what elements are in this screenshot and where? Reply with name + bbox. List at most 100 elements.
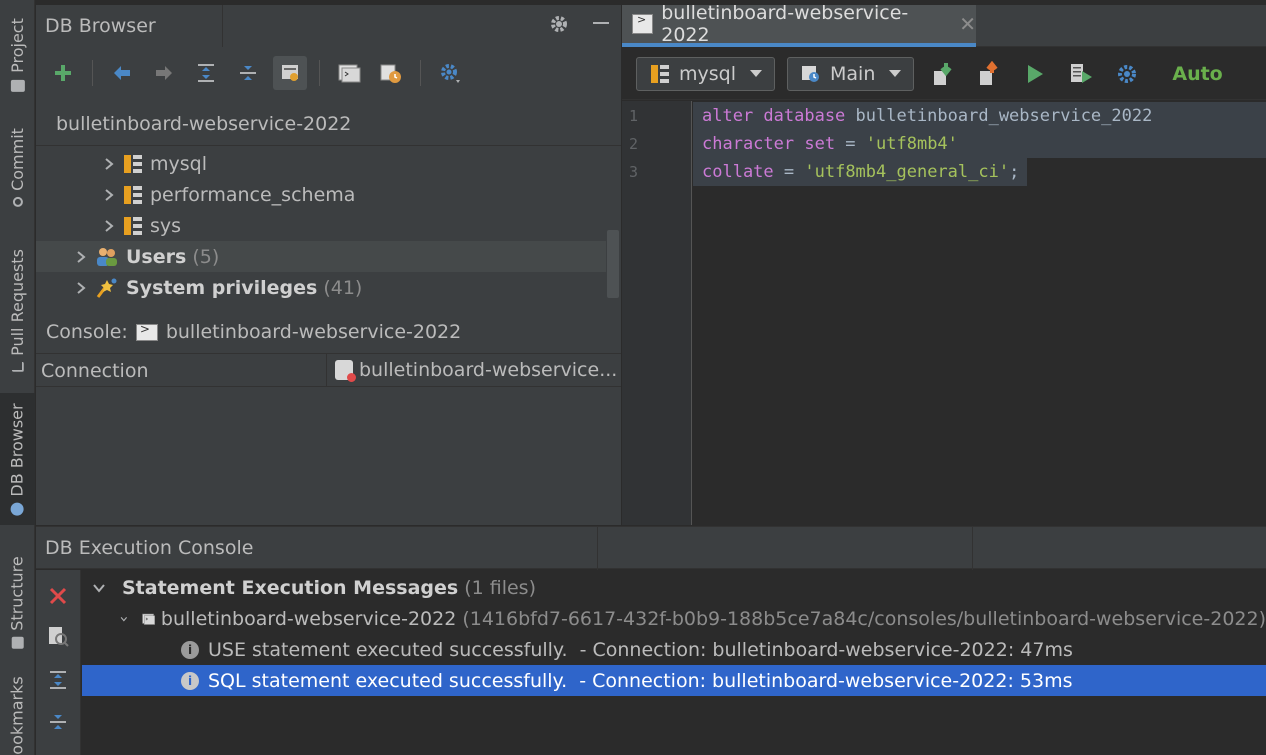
arrow-right-icon	[156, 66, 172, 80]
commit-button[interactable]	[926, 57, 960, 91]
execution-messages-tree: Statement Execution Messages (1 files) b…	[82, 570, 1266, 755]
minimize-icon	[593, 22, 609, 24]
collapse-all-button[interactable]	[231, 56, 265, 90]
database-connection-icon	[335, 360, 356, 382]
chevron-right-icon	[74, 281, 88, 295]
tree-item-system-privileges[interactable]: System privileges (41)	[36, 272, 606, 303]
gear-blue-icon	[441, 64, 460, 83]
execute-script-button[interactable]	[1064, 57, 1098, 91]
tree-item-label: Users	[126, 245, 187, 268]
tree-item-performance-schema[interactable]: performance_schema	[36, 179, 606, 210]
connection-name[interactable]: bulletinboard-webservice-2022	[56, 113, 351, 135]
expand-all-icon	[50, 671, 66, 689]
session-selector[interactable]: Main	[787, 56, 915, 91]
tab-pull-requests[interactable]: Pull Requests	[0, 240, 35, 380]
rollback-icon	[980, 60, 998, 85]
property-value-cell[interactable]: bulletinboard-webservice...	[327, 354, 621, 386]
navigate-forward-button[interactable]	[147, 56, 181, 90]
tab-bookmarks[interactable]: ookmarks	[0, 675, 35, 755]
editor-toolbar: mysql Main Auto	[622, 48, 1266, 100]
tab-console-editor[interactable]: bulletinboard-webservice-2022 ✕	[622, 2, 976, 47]
close-console-button[interactable]	[44, 582, 72, 610]
messages-file-node[interactable]: bulletinboard-webservice-2022 (1416bfd7-…	[82, 603, 1266, 634]
console-icon	[632, 13, 654, 34]
open-history-button[interactable]	[374, 56, 408, 90]
filter-objects-button[interactable]	[273, 56, 307, 90]
commit-icon	[12, 196, 23, 207]
db-browser-icon	[11, 502, 24, 516]
tab-project[interactable]: Project	[0, 10, 35, 100]
message-row[interactable]: i USE statement executed successfully. -…	[82, 634, 1266, 665]
run-icon	[1028, 64, 1044, 83]
execution-console-header: DB Execution Console	[36, 526, 1266, 570]
close-tab-button[interactable]: ✕	[959, 12, 976, 36]
tree-item-label: mysql	[150, 152, 207, 175]
toolbar-separator	[92, 60, 93, 86]
open-console-button[interactable]	[332, 56, 366, 90]
add-connection-button[interactable]	[46, 56, 80, 90]
file-node-label: bulletinboard-webservice-2022	[160, 607, 457, 630]
messages-root-label: Statement Execution Messages	[122, 576, 459, 599]
chevron-right-icon	[74, 250, 88, 264]
sql-code-editor[interactable]: alter database bulletinboard_webservice_…	[693, 101, 1266, 525]
console-value[interactable]: bulletinboard-webservice-2022	[166, 321, 461, 343]
schema-tree: mysql performance_schema sys Users (5) S…	[36, 145, 621, 305]
tree-item-sys[interactable]: sys	[36, 210, 606, 241]
tab-db-browser[interactable]: DB Browser	[0, 393, 35, 525]
expand-all-button[interactable]	[189, 56, 223, 90]
privileges-icon	[96, 278, 117, 298]
expand-all-messages-button[interactable]	[44, 666, 72, 694]
filter-icon	[282, 65, 298, 81]
navigate-back-button[interactable]	[105, 56, 139, 90]
arrow-left-icon	[114, 66, 130, 80]
gear-blue-icon	[1118, 64, 1137, 83]
chevron-right-icon	[102, 219, 116, 233]
db-browser-panel: DB Browser bulletinboard-webservice-2022…	[36, 5, 621, 525]
close-icon	[49, 587, 67, 605]
sql-keyword: alter database	[702, 106, 846, 126]
schema-icon	[651, 64, 669, 83]
tab-db-browser-label: DB Browser	[8, 402, 27, 497]
db-browser-title: DB Browser	[36, 5, 223, 47]
plus-icon	[55, 65, 71, 81]
message-detail: - Connection: bulletinboard-webservice-2…	[567, 669, 1073, 692]
execution-console-title: DB Execution Console	[45, 537, 254, 559]
collapse-all-messages-button[interactable]	[44, 708, 72, 736]
chevron-down-icon	[120, 616, 128, 622]
structure-icon	[11, 636, 24, 649]
settings-gear-button[interactable]	[547, 13, 571, 37]
sql-string: 'utf8mb4'	[865, 134, 958, 154]
tree-item-users[interactable]: Users (5)	[36, 241, 606, 272]
schema-icon	[124, 216, 142, 235]
messages-root[interactable]: Statement Execution Messages (1 files)	[82, 572, 1266, 603]
hide-panel-button[interactable]	[589, 13, 613, 37]
console-info: Console: bulletinboard-webservice-2022	[46, 321, 461, 343]
tab-structure-label: Structure	[8, 556, 27, 631]
tree-item-count: (41)	[323, 276, 363, 299]
view-results-button[interactable]	[44, 622, 72, 650]
property-key: Connection	[36, 354, 327, 386]
auto-commit-label[interactable]: Auto	[1172, 63, 1222, 85]
browser-settings-button[interactable]	[433, 56, 467, 90]
rollback-button[interactable]	[972, 57, 1006, 91]
gear-icon	[551, 16, 567, 32]
line-number-gutter: 1 2 3	[622, 101, 692, 525]
execute-statement-button[interactable]	[1018, 57, 1052, 91]
tree-item-mysql[interactable]: mysql	[36, 148, 606, 179]
tab-structure[interactable]: Structure	[0, 550, 35, 655]
search-document-icon	[49, 627, 69, 647]
message-text: USE statement executed successfully.	[208, 638, 568, 661]
tab-project-label: Project	[8, 17, 27, 73]
schema-selector[interactable]: mysql	[636, 56, 775, 91]
tree-item-label: sys	[150, 214, 182, 237]
tab-commit[interactable]: Commit	[0, 120, 35, 215]
code-line-2: character set = 'utf8mb4'	[693, 130, 1266, 158]
execution-console-toolbar	[36, 570, 81, 755]
folder-icon	[10, 79, 25, 92]
editor-settings-button[interactable]	[1110, 57, 1144, 91]
tree-scrollbar[interactable]	[607, 230, 619, 298]
messages-root-count: (1 files)	[464, 576, 536, 599]
chevron-down-icon	[93, 583, 105, 593]
console-label: Console:	[46, 321, 128, 343]
message-row-selected[interactable]: i SQL statement executed successfully. -…	[82, 665, 1266, 696]
